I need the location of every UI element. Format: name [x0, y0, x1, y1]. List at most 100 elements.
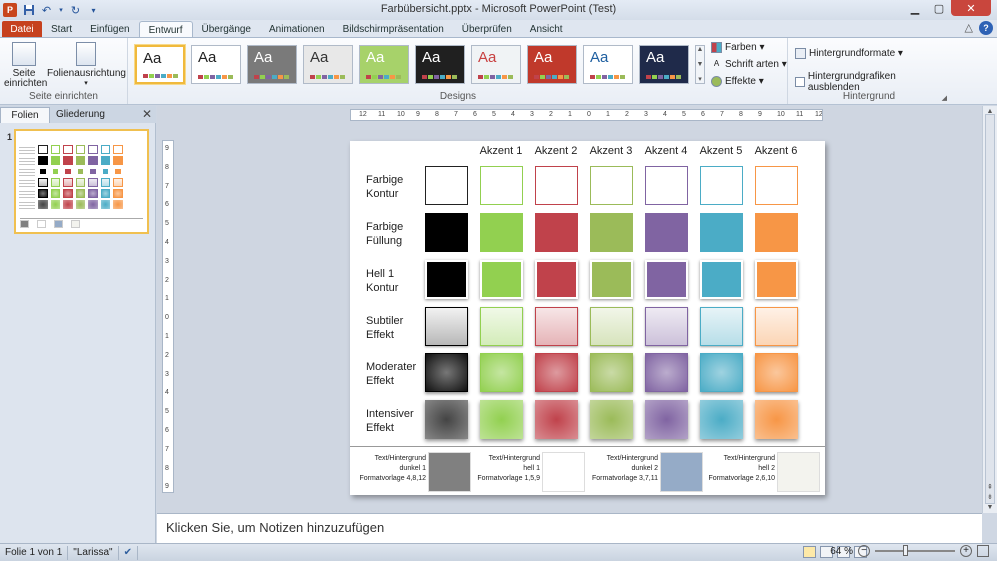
color-swatch-cell[interactable]	[425, 260, 468, 299]
zoom-out-icon[interactable]: −	[858, 545, 870, 557]
color-swatch-cell[interactable]	[645, 307, 688, 346]
tab-datei[interactable]: Datei	[2, 21, 42, 38]
theme-thumbnail[interactable]: Aa	[471, 45, 521, 84]
color-swatch-cell[interactable]	[480, 213, 523, 252]
farben-button[interactable]: Farben ▾	[711, 42, 764, 53]
tab-entwurf[interactable]: Entwurf	[138, 21, 193, 38]
schriftarten-button[interactable]: A Schrift arten ▾	[711, 59, 787, 70]
color-swatch-cell[interactable]	[700, 400, 743, 439]
color-swatch-cell[interactable]	[755, 400, 798, 439]
color-swatch-cell[interactable]	[755, 353, 798, 392]
footer-color-box[interactable]	[777, 452, 820, 492]
color-swatch-cell[interactable]	[535, 353, 578, 392]
next-slide-icon[interactable]: ⇟	[985, 493, 995, 501]
color-swatch-cell[interactable]	[535, 166, 578, 205]
color-swatch-cell[interactable]	[590, 166, 633, 205]
color-swatch-cell[interactable]	[700, 260, 743, 299]
hintergrundformate-button[interactable]: Hintergrundformate ▾	[795, 48, 903, 59]
color-swatch-cell[interactable]	[755, 307, 798, 346]
tab-start[interactable]: Start	[42, 21, 81, 38]
color-swatch-cell[interactable]	[645, 400, 688, 439]
scrollbar-thumb[interactable]	[985, 114, 995, 504]
tab-einfügen[interactable]: Einfügen	[81, 21, 138, 38]
scroll-up-icon[interactable]: ▲	[697, 46, 704, 53]
zoom-level[interactable]: 64 %	[830, 546, 853, 557]
tab-übergänge[interactable]: Übergänge	[193, 21, 260, 38]
help-icon[interactable]: ?	[979, 21, 993, 35]
color-swatch-cell[interactable]	[590, 400, 633, 439]
tab-bildschirmpräsentation[interactable]: Bildschirmpräsentation	[334, 21, 453, 38]
dropdown-arrow-icon[interactable]: ▾	[58, 4, 64, 17]
minimize-ribbon-icon[interactable]: △	[965, 21, 973, 35]
color-swatch-cell[interactable]	[755, 166, 798, 205]
seite-einrichten-button[interactable]: Seite einrichten	[4, 42, 47, 89]
vertical-ruler[interactable]: 9 8 7 6 5 4 3 2 1 0 1 2 3 4 5 6 7 8 9	[162, 140, 174, 493]
color-swatch-cell[interactable]	[590, 353, 633, 392]
color-swatch-cell[interactable]	[480, 260, 523, 299]
color-swatch-cell[interactable]	[755, 213, 798, 252]
dialog-launcher-icon[interactable]: ◢	[942, 94, 947, 102]
slide-canvas[interactable]: Akzent 1 Akzent 2 Akzent 3 Akzent 4 Akzent 5…	[350, 141, 825, 495]
tab-folien[interactable]: Folien	[0, 107, 50, 123]
footer-color-box[interactable]	[660, 452, 703, 492]
theme-thumbnail[interactable]: Aa	[583, 45, 633, 84]
powerpoint-app-icon[interactable]: P	[3, 3, 17, 17]
color-swatch-cell[interactable]	[480, 166, 523, 205]
scroll-down-icon[interactable]: ▼	[697, 61, 704, 68]
zoom-slider-handle[interactable]	[903, 545, 908, 556]
color-swatch-cell[interactable]	[480, 400, 523, 439]
maximize-button[interactable]: ▢	[927, 0, 951, 16]
theme-gallery-scroll[interactable]: ▲ ▼ ▾	[695, 45, 705, 84]
close-button[interactable]: ✕	[951, 0, 991, 16]
color-swatch-cell[interactable]	[535, 260, 578, 299]
color-swatch-cell[interactable]	[480, 307, 523, 346]
color-swatch-cell[interactable]	[425, 400, 468, 439]
color-swatch-cell[interactable]	[480, 353, 523, 392]
color-swatch-cell[interactable]	[700, 213, 743, 252]
color-swatch-cell[interactable]	[425, 353, 468, 392]
more-icon[interactable]: ▾	[698, 75, 702, 83]
color-swatch-cell[interactable]	[590, 260, 633, 299]
minimize-button[interactable]: ▁	[903, 0, 927, 16]
footer-color-box[interactable]	[542, 452, 585, 492]
theme-thumbnail[interactable]: Aa	[415, 45, 465, 84]
color-swatch-cell[interactable]	[535, 307, 578, 346]
footer-color-box[interactable]	[428, 452, 471, 492]
color-swatch-cell[interactable]	[425, 307, 468, 346]
fit-to-window-icon[interactable]	[977, 545, 989, 557]
undo-icon[interactable]: ↶	[40, 4, 53, 17]
horizontal-ruler[interactable]: 12 11 10 9 8 7 6 5 4 3 2 1 0 1 2 3 4 5 6 7 8 9 10 11 12	[350, 109, 823, 121]
color-swatch-cell[interactable]	[700, 353, 743, 392]
normal-view-icon[interactable]	[803, 546, 816, 558]
theme-thumbnail[interactable]: Aa	[303, 45, 353, 84]
color-swatch-cell[interactable]	[755, 260, 798, 299]
notes-pane[interactable]: Klicken Sie, um Notizen hinzuzufügen	[157, 513, 982, 543]
hintergrundgrafiken-ausblenden-checkbox[interactable]: Hintergrundgrafiken ausblenden	[795, 71, 949, 93]
color-swatch-cell[interactable]	[645, 353, 688, 392]
theme-thumbnail[interactable]: Aa	[191, 45, 241, 84]
color-swatch-cell[interactable]	[425, 213, 468, 252]
color-swatch-cell[interactable]	[425, 166, 468, 205]
effekte-button[interactable]: Effekte ▾	[711, 76, 764, 87]
zoom-in-icon[interactable]: +	[960, 545, 972, 557]
color-swatch-cell[interactable]	[590, 213, 633, 252]
slide-thumbnail[interactable]	[14, 129, 149, 234]
color-swatch-cell[interactable]	[700, 307, 743, 346]
save-icon[interactable]	[22, 4, 35, 17]
customize-qat-icon[interactable]: ▾	[87, 4, 100, 17]
tab-gliederung[interactable]: Gliederung	[50, 107, 106, 123]
color-swatch-cell[interactable]	[645, 166, 688, 205]
tab-ansicht[interactable]: Ansicht	[521, 21, 572, 38]
scroll-down-arrow-icon[interactable]: ▼	[985, 504, 995, 511]
redo-icon[interactable]: ↻	[69, 4, 82, 17]
color-swatch-cell[interactable]	[700, 166, 743, 205]
theme-thumbnail[interactable]: Aa	[135, 45, 185, 84]
panel-close-icon[interactable]: ✕	[142, 107, 152, 121]
color-swatch-cell[interactable]	[590, 307, 633, 346]
theme-thumbnail[interactable]: Aa	[527, 45, 577, 84]
theme-thumbnail[interactable]: Aa	[247, 45, 297, 84]
tab-animationen[interactable]: Animationen	[260, 21, 334, 38]
spellcheck-icon[interactable]: ✔	[119, 545, 138, 560]
color-swatch-cell[interactable]	[535, 213, 578, 252]
color-swatch-cell[interactable]	[645, 213, 688, 252]
